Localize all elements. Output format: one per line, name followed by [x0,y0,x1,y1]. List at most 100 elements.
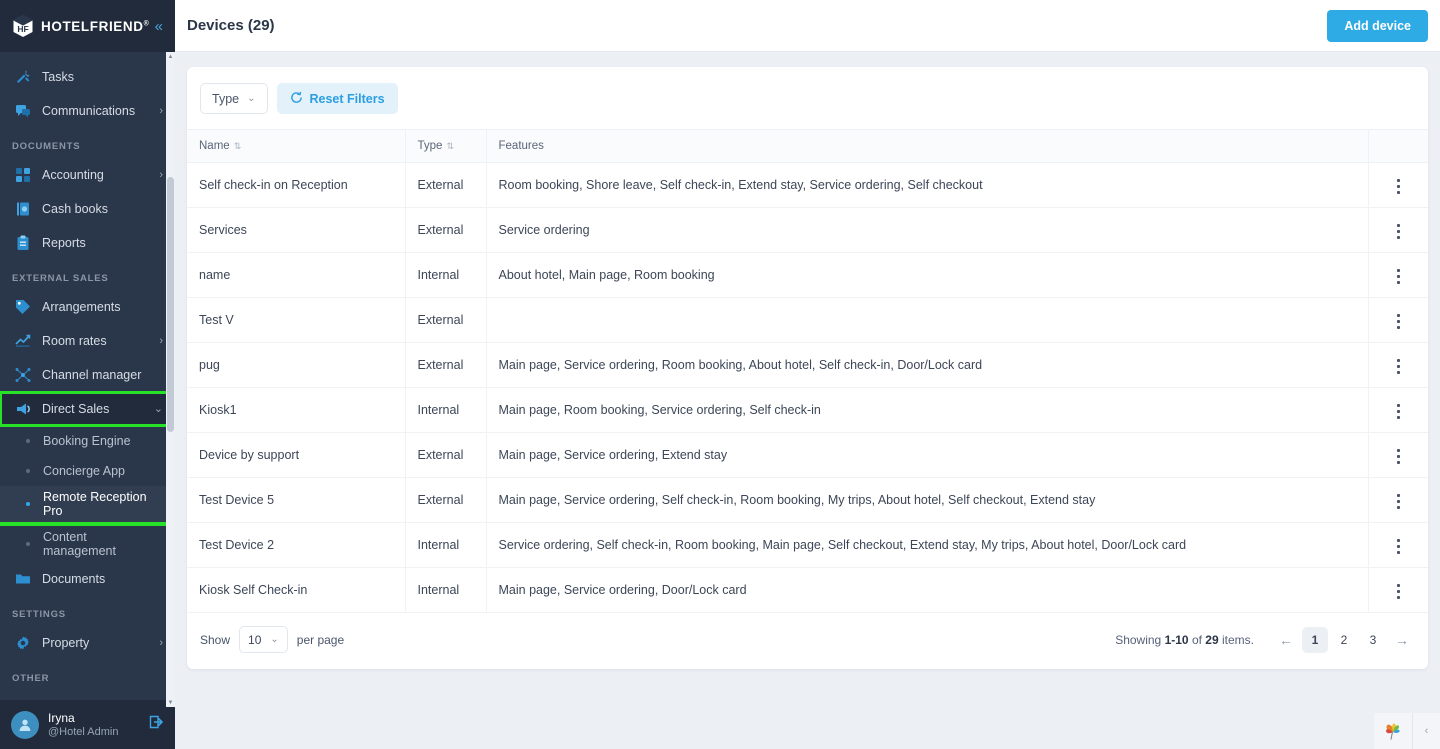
logout-arrow-icon[interactable] [147,713,165,736]
user-avatar-icon [11,710,39,739]
chevron-right-icon: › [159,636,163,649]
sidebar-item-channel-manager[interactable]: Channel manager [0,358,175,392]
next-page-arrow-icon[interactable]: → [1389,627,1415,653]
page-size-value: 10 [248,632,262,647]
sidebar-subitem-remote-reception-pro[interactable]: Remote Reception Pro [0,486,175,522]
megaphone-icon [14,400,32,418]
bullet-dot-icon [26,439,30,443]
page-size-select[interactable]: 10 ⌄ [239,626,288,653]
sidebar-item-room-rates[interactable]: Room rates › [0,324,175,358]
sidebar-item-direct-sales[interactable]: Direct Sales ⌄ [0,391,175,427]
cell-name: Services [187,207,406,253]
column-label: Type [417,140,443,152]
registered-mark: ® [143,20,150,27]
table-header-row: Name ⇅ Type ⇅ Features [187,129,1428,163]
chevron-right-icon: › [159,104,163,117]
showing-range: 1-10 [1164,632,1189,647]
sidebar-subitem-content-management[interactable]: Content management [0,526,175,562]
cell-features: Main page, Room booking, Service orderin… [486,387,1369,433]
sidebar-item-contract[interactable]: Contract [0,690,175,700]
table-row[interactable]: Kiosk Self Check-in Internal Main page, Se… [187,567,1428,613]
per-page-label: per page [296,632,345,647]
sidebar-item-documents[interactable]: Documents [0,562,175,596]
pager-controls: Showing 1-10 of 29 items. ← 123 → [1115,626,1415,653]
sort-toggle-icon[interactable]: ⇅ [234,141,242,151]
sidebar-collapse-icon[interactable]: « [153,17,165,36]
kebab-menu-icon[interactable] [1391,353,1406,380]
sidebar-section-documents: DOCUMENTS [12,141,81,152]
kebab-menu-icon[interactable] [1391,398,1406,425]
cell-actions [1368,522,1428,568]
table-row[interactable]: Test Device 2 Internal Service ordering, S… [187,522,1428,568]
sidebar-item-label: Reports [42,236,86,250]
sidebar-subitem-booking-engine[interactable]: Booking Engine [0,426,175,456]
prev-page-arrow-icon[interactable]: ← [1273,627,1299,653]
column-header-features: Features [486,129,1369,163]
cell-name: Kiosk Self Check-in [187,567,406,613]
show-label: Show [200,632,231,647]
table-row[interactable]: Device by support External Main page, Serv… [187,432,1428,478]
table-row[interactable]: Kiosk1 Internal Main page, Room booking, S… [187,387,1428,433]
kebab-menu-icon[interactable] [1391,218,1406,245]
table-row[interactable]: Test V External [187,297,1428,343]
kebab-menu-icon[interactable] [1391,488,1406,515]
sidebar-item-cash-books[interactable]: Cash books [0,192,175,226]
bullet-dot-icon [26,502,30,506]
sidebar-item-arrangements[interactable]: Arrangements [0,290,175,324]
table-row[interactable]: pug External Main page, Service ordering, … [187,342,1428,388]
cell-name: Test Device 2 [187,522,406,568]
sidebar-nav: Tasks Communications › DOCUMENTS Account… [0,52,175,700]
cell-features: Main page, Service ordering, Room bookin… [486,342,1369,388]
sidebar-subitem-label: Remote Reception Pro [43,490,147,518]
table-row[interactable]: Services External Service ordering [187,207,1428,253]
cell-type: External [405,297,487,343]
reset-filters-button[interactable]: Reset Filters [276,83,398,114]
kebab-menu-icon[interactable] [1391,533,1406,560]
add-device-button[interactable]: Add device [1327,9,1428,42]
cell-actions [1368,432,1428,478]
svg-text:HF: HF [17,24,28,34]
chevron-down-icon: ⌄ [153,402,163,415]
devices-card: Type ⌄ Reset Filters Name ⇅ Type ⇅ Featu… [187,67,1428,669]
sidebar: HF HOTELFRIEND® « Tasks Communications ›… [0,0,175,749]
cell-features: Main page, Service ordering, Door/Lock c… [486,567,1369,613]
chat-collapse-icon[interactable]: ‹ [1412,713,1440,749]
page-number-3[interactable]: 3 [1360,627,1386,653]
column-label: Features [498,140,544,152]
sidebar-item-property[interactable]: Property › [0,626,175,660]
showing-summary: Showing 1-10 of 29 items. [1115,633,1254,647]
sidebar-item-communications[interactable]: Communications › [0,94,175,128]
table-row[interactable]: Self check-in on Reception External Room b… [187,162,1428,208]
sidebar-scrollbar[interactable]: ▲ ▼ [166,52,175,707]
table-row[interactable]: name Internal About hotel, Main page, Room… [187,252,1428,298]
scroll-down-arrow-icon[interactable]: ▼ [166,698,175,707]
table-row[interactable]: Test Device 5 External Main page, Service … [187,477,1428,523]
type-filter-dropdown[interactable]: Type ⌄ [200,83,268,114]
cell-features: Main page, Service ordering, Extend stay [486,432,1369,478]
kebab-menu-icon[interactable] [1391,308,1406,335]
page-number-2[interactable]: 2 [1331,627,1357,653]
page-number-1[interactable]: 1 [1302,626,1328,653]
sidebar-item-reports[interactable]: Reports [0,226,175,260]
network-nodes-icon [14,366,32,384]
kebab-menu-icon[interactable] [1391,578,1406,605]
cell-actions [1368,387,1428,433]
page-title: Devices (29) [187,17,275,34]
kebab-menu-icon[interactable] [1391,443,1406,470]
kebab-menu-icon[interactable] [1391,173,1406,200]
table-body: Self check-in on Reception External Room b… [187,162,1428,613]
scrollbar-thumb[interactable] [167,177,174,432]
sort-toggle-icon[interactable]: ⇅ [446,141,454,151]
cell-name: Test Device 5 [187,477,406,523]
sidebar-item-accounting[interactable]: Accounting › [0,158,175,192]
sidebar-item-tasks[interactable]: Tasks [0,60,175,94]
butterfly-logo-icon[interactable] [1374,713,1412,749]
chevron-right-icon: › [159,334,163,347]
chart-up-icon [14,332,32,350]
scroll-up-arrow-icon[interactable]: ▲ [166,52,175,61]
kebab-menu-icon[interactable] [1391,263,1406,290]
sidebar-subitem-concierge-app[interactable]: Concierge App [0,456,175,486]
column-header-type[interactable]: Type ⇅ [405,129,487,163]
sidebar-user-bar[interactable]: Iryna @Hotel Admin [0,700,175,749]
column-header-name[interactable]: Name ⇅ [187,129,406,163]
